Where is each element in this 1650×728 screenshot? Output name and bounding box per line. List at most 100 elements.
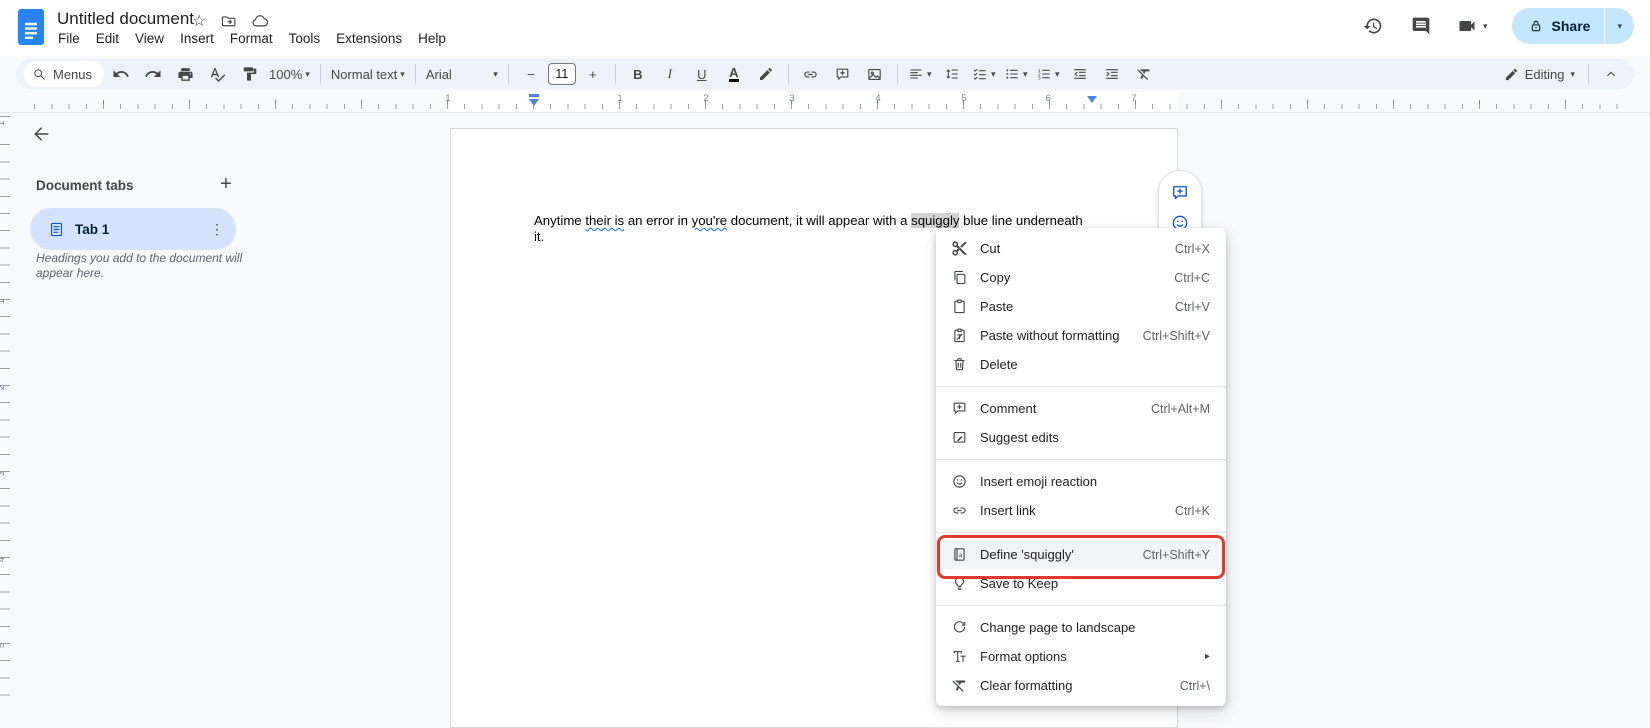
print-button[interactable] [170, 62, 200, 86]
menu-extensions[interactable]: Extensions [328, 29, 410, 48]
menu-item-cut[interactable]: Cut Ctrl+X [936, 234, 1226, 263]
menu-tools[interactable]: Tools [281, 29, 329, 48]
chevron-down-icon: ▾ [927, 68, 932, 79]
decrease-font-size-button[interactable]: − [516, 62, 546, 86]
google-docs-window: { "header": { "doc_title": "Untitled doc… [0, 0, 1650, 728]
spelling-error-text[interactable]: you're [692, 213, 728, 228]
context-menu: Cut Ctrl+X Copy Ctrl+C Paste Ctrl+V Past… [936, 228, 1226, 706]
menu-item-shortcut: Ctrl+\ [1179, 678, 1210, 693]
share-label: Share [1551, 18, 1591, 34]
increase-font-size-button[interactable]: + [578, 62, 608, 86]
selected-word[interactable]: squiggly [911, 213, 960, 228]
menu-item-delete[interactable]: Delete [936, 350, 1226, 379]
ruler-number: 1 [0, 299, 7, 304]
chevron-down-icon[interactable]: ▾ [1483, 21, 1488, 31]
docs-logo[interactable] [17, 8, 45, 51]
menu-item-clear-formatting[interactable]: Clear formatting Ctrl+\ [936, 671, 1226, 700]
menu-item-paste-without-formatting[interactable]: Paste without formatting Ctrl+Shift+V [936, 321, 1226, 350]
editing-mode-select[interactable]: Editing ▾ [1498, 67, 1581, 82]
pencil-icon [1505, 68, 1517, 80]
submenu-arrow-icon: ▸ [1204, 651, 1210, 662]
menu-format[interactable]: Format [222, 29, 281, 48]
font-family-select[interactable]: Arial ▾ [423, 62, 501, 86]
cloud-status-icon[interactable] [251, 12, 269, 30]
menu-item-insert-emoji-reaction[interactable]: Insert emoji reaction [936, 467, 1226, 496]
increase-indent-button[interactable] [1097, 62, 1127, 86]
text-color-button[interactable]: A [719, 62, 749, 86]
menu-item-shortcut: Ctrl+C [1174, 270, 1210, 285]
share-dropdown-icon[interactable]: ▾ [1605, 21, 1634, 31]
menu-edit[interactable]: Edit [88, 29, 127, 48]
menu-view[interactable]: View [127, 29, 172, 48]
insert-comment-button[interactable] [828, 62, 858, 86]
menu-item-label: Clear formatting [980, 678, 1073, 693]
clear-formatting-button[interactable] [1129, 62, 1159, 86]
toolbar: Menus 100% ▾ Normal text ▾ Arial ▾ − 11 + B… [16, 59, 1634, 89]
text-run: blue line underneath [959, 213, 1083, 228]
star-icon[interactable]: ☆ [192, 11, 206, 31]
vertical-ruler[interactable] [0, 116, 10, 712]
menu-item-label: Define 'squiggly' [980, 547, 1074, 562]
tab-options-icon[interactable]: ⋮ [210, 221, 224, 238]
emoji-icon [950, 473, 968, 491]
right-indent-marker[interactable] [1087, 96, 1097, 103]
menu-item-change-page-to-landscape[interactable]: Change page to landscape [936, 613, 1226, 642]
menu-item-comment[interactable]: Comment Ctrl+Alt+M [936, 394, 1226, 423]
menu-item-define-squiggly[interactable]: a Define 'squiggly' Ctrl+Shift+Y [936, 540, 1226, 569]
document-title[interactable]: Untitled document [57, 9, 194, 29]
toolbar-divider [319, 64, 321, 84]
first-line-indent-marker[interactable] [529, 94, 539, 97]
menu-item-copy[interactable]: Copy Ctrl+C [936, 263, 1226, 292]
left-indent-marker[interactable] [529, 99, 539, 106]
menu-item-label: Format options [980, 649, 1067, 664]
back-arrow-button[interactable] [32, 124, 52, 144]
checklist-button[interactable]: ▾ [969, 62, 999, 86]
share-button[interactable]: Share ▾ [1511, 8, 1634, 44]
tab-document-icon [50, 222, 63, 236]
zoom-select[interactable]: 100% ▾ [266, 62, 313, 86]
highlight-color-button[interactable] [751, 62, 781, 86]
line-spacing-button[interactable] [937, 62, 967, 86]
decrease-indent-button[interactable] [1065, 62, 1095, 86]
spelling-error-text[interactable]: their is [585, 213, 624, 228]
ruler-number: 7 [1131, 93, 1137, 104]
menu-item-label: Save to Keep [980, 576, 1059, 591]
sidebar-tab-1[interactable]: Tab 1 ⋮ [30, 208, 236, 250]
text-color-glyph: A [729, 65, 739, 82]
hide-menus-button[interactable] [1596, 62, 1626, 86]
italic-button[interactable]: I [655, 62, 685, 86]
bulleted-list-button[interactable]: ▾ [1001, 62, 1031, 86]
version-history-icon[interactable] [1361, 14, 1385, 38]
menu-insert[interactable]: Insert [172, 29, 222, 48]
text-run: document, it will appear with a [727, 213, 912, 228]
search-menus-label: Menus [53, 66, 93, 82]
menu-item-save-to-keep[interactable]: Save to Keep [936, 569, 1226, 598]
redo-button[interactable] [138, 62, 168, 86]
menu-help[interactable]: Help [410, 29, 454, 48]
align-button[interactable]: ▾ [905, 62, 935, 86]
comments-icon[interactable] [1409, 14, 1433, 38]
menu-item-format-options[interactable]: Format options ▸ [936, 642, 1226, 671]
menu-item-paste[interactable]: Paste Ctrl+V [936, 292, 1226, 321]
numbered-list-button[interactable]: 1 2 3 ▾ [1033, 62, 1063, 86]
bold-button[interactable]: B [623, 62, 653, 86]
zoom-value: 100% [269, 66, 303, 82]
add-tab-button[interactable]: + [214, 172, 238, 196]
search-menus-button[interactable]: Menus [24, 61, 105, 87]
spellcheck-button[interactable] [202, 62, 232, 86]
menu-item-suggest-edits[interactable]: Suggest edits [936, 423, 1226, 452]
insert-image-button[interactable] [860, 62, 890, 86]
add-comment-button[interactable] [1170, 183, 1190, 203]
undo-button[interactable] [106, 62, 136, 86]
underline-button[interactable]: U [687, 62, 717, 86]
paint-format-button[interactable] [234, 62, 264, 86]
menu-item-insert-link[interactable]: Insert link Ctrl+K [936, 496, 1226, 525]
insert-link-button[interactable] [796, 62, 826, 86]
paragraph-style-select[interactable]: Normal text ▾ [328, 62, 408, 86]
videocam-icon [1459, 21, 1475, 31]
menu-item-label: Copy [980, 270, 1011, 285]
meet-button[interactable]: ▾ [1457, 16, 1488, 36]
font-size-input[interactable]: 11 [547, 63, 576, 85]
menu-file[interactable]: File [50, 29, 88, 48]
move-folder-icon[interactable] [220, 13, 237, 30]
